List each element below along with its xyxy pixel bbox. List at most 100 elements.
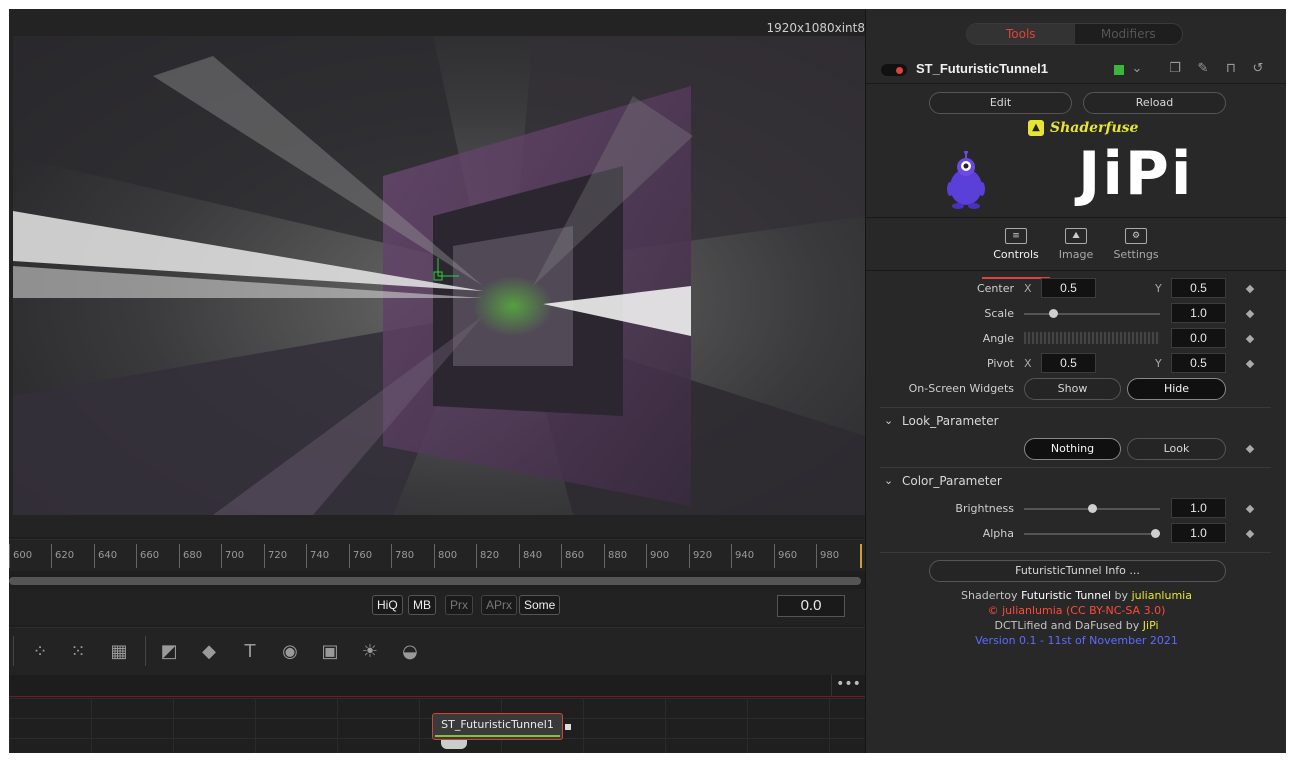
some-button[interactable]: Some [519, 595, 561, 615]
resolution-label: 1920x1080xint8 [766, 21, 865, 35]
scale-slider[interactable] [1024, 313, 1160, 315]
tool-bar: ⁘ ⁙ ▦ ◩ ◆ T ◉ ▣ ☀ ◒ [9, 627, 865, 675]
alpha-label: Alpha [982, 527, 1014, 540]
tab-image-label: Image [1058, 248, 1094, 261]
keyframe-icon[interactable] [1245, 309, 1255, 319]
chevron-down-icon[interactable]: ⌄ [1128, 60, 1146, 78]
ruler-tick: 680 [179, 544, 202, 568]
renderer3d-icon[interactable]: ▣ [315, 638, 345, 664]
shaderfuse-icon: ▲ [1028, 120, 1044, 136]
more-options-button[interactable]: ••• [831, 675, 865, 697]
nothing-button[interactable]: Nothing [1024, 438, 1121, 460]
ruler-tick: 720 [264, 544, 287, 568]
merge3d-icon[interactable]: ◉ [275, 638, 305, 664]
tools-tab[interactable]: Tools [967, 24, 1075, 44]
mb-button[interactable]: MB [408, 595, 436, 615]
timeline-ruler[interactable]: 600 620 640 660 680 700 720 740 760 780 … [9, 539, 865, 571]
keyframe-icon[interactable] [1245, 334, 1255, 344]
tunnel-render-image [13, 36, 865, 515]
particles-icon[interactable]: ⁘ [25, 638, 55, 664]
pivot-x-field[interactable]: 0.5 [1041, 353, 1096, 373]
particle-render-icon[interactable]: ▦ [104, 638, 134, 664]
brightness-field[interactable]: 1.0 [1171, 498, 1226, 518]
pivot-y-label: Y [1155, 357, 1162, 370]
info-button[interactable]: FuturisticTunnel Info ... [929, 560, 1226, 582]
ruler-tick: 740 [306, 544, 329, 568]
tab-controls[interactable]: ≡ Controls [982, 228, 1050, 279]
widgets-label: On-Screen Widgets [908, 382, 1014, 395]
pivot-y-field[interactable]: 0.5 [1171, 353, 1226, 373]
reset-icon[interactable]: ↺ [1249, 60, 1267, 78]
camera-icon[interactable]: ◒ [395, 638, 425, 664]
current-time-field[interactable]: 0.0 [777, 595, 845, 617]
aprx-button[interactable]: APrx [481, 595, 518, 615]
tab-controls-label: Controls [993, 248, 1039, 261]
node-output-port[interactable] [565, 724, 571, 730]
credits-text: Shadertoy [961, 589, 1022, 602]
ruler-tick: 840 [519, 544, 542, 568]
angle-thumbwheel[interactable] [1024, 332, 1160, 344]
ruler-tick: 800 [434, 544, 457, 568]
toolbar-divider [13, 636, 14, 666]
text3d-icon[interactable]: T [235, 638, 265, 664]
image-plane-icon[interactable]: ◩ [154, 638, 184, 664]
hiq-button[interactable]: HiQ [372, 595, 403, 615]
keyframe-icon[interactable] [1245, 504, 1255, 514]
alpha-slider[interactable] [1024, 533, 1160, 535]
tool-color-swatch[interactable] [1114, 65, 1124, 75]
inspector-mode-switch: Tools Modifiers [966, 23, 1183, 45]
tab-settings-label: Settings [1113, 248, 1159, 261]
jipi-logo: JiPi [1078, 139, 1194, 209]
mascot-icon [947, 151, 985, 209]
playhead[interactable] [860, 544, 862, 568]
show-widgets-button[interactable]: Show [1024, 378, 1121, 400]
reload-button[interactable]: Reload [1083, 92, 1226, 114]
keyframe-icon[interactable] [1245, 444, 1255, 454]
divider [880, 552, 1271, 553]
credits-text: DCTLified and DaFused by [994, 619, 1143, 632]
prx-button[interactable]: Prx [445, 595, 473, 615]
tab-image[interactable]: ⛰ Image [1046, 228, 1106, 261]
ruler-tick: 760 [349, 544, 372, 568]
versions-icon[interactable]: ❐ [1166, 60, 1184, 78]
light-icon[interactable]: ☀ [355, 638, 385, 664]
angle-field[interactable]: 0.0 [1171, 328, 1226, 348]
node-input-ports[interactable] [441, 740, 467, 749]
look-parameter-section[interactable]: ⌄ Look_Parameter [880, 407, 1271, 435]
center-y-field[interactable]: 0.5 [1171, 278, 1226, 298]
alpha-slider-handle[interactable] [1151, 529, 1160, 538]
shader-node[interactable]: ST_FuturisticTunnel1 [432, 713, 563, 740]
viewer-canvas[interactable] [13, 36, 865, 515]
timeline-scrollbar[interactable] [9, 577, 861, 585]
center-label: Center [976, 282, 1014, 295]
particle-emitter-icon[interactable]: ⁙ [63, 638, 93, 664]
shaderfuse-label: Shaderfuse [1050, 120, 1139, 136]
author-link[interactable]: JiPi [1143, 619, 1159, 632]
modifiers-tab[interactable]: Modifiers [1075, 24, 1183, 44]
scale-slider-handle[interactable] [1049, 309, 1059, 318]
edit-button[interactable]: Edit [929, 92, 1072, 114]
pin-icon[interactable]: ✎ [1194, 60, 1212, 78]
shape3d-icon[interactable]: ◆ [194, 638, 224, 664]
ruler-tick: 920 [689, 544, 712, 568]
shaderfuse-brand: ▲ Shaderfuse [1028, 120, 1138, 136]
ruler-tick: 980 [816, 544, 839, 568]
alpha-field[interactable]: 1.0 [1171, 523, 1226, 543]
keyframe-icon[interactable] [1245, 529, 1255, 539]
look-button[interactable]: Look [1127, 438, 1226, 460]
brightness-slider-handle[interactable] [1087, 504, 1097, 513]
color-parameter-section[interactable]: ⌄ Color_Parameter [880, 467, 1271, 495]
brightness-label: Brightness [955, 502, 1014, 515]
fusion-window: 1920x1080xint8 600 620 640 660 680 700 7… [9, 9, 1286, 753]
lock-icon[interactable]: ⊓ [1222, 60, 1240, 78]
tool-enable-toggle[interactable] [881, 64, 907, 76]
scale-field[interactable]: 1.0 [1171, 303, 1226, 323]
tab-settings[interactable]: ⚙ Settings [1106, 228, 1166, 261]
keyframe-icon[interactable] [1245, 284, 1255, 294]
keyframe-icon[interactable] [1245, 359, 1255, 369]
author-link[interactable]: julianlumia [1132, 589, 1192, 602]
center-x-field[interactable]: 0.5 [1041, 278, 1096, 298]
hide-widgets-button[interactable]: Hide [1127, 378, 1226, 400]
version-info: Version 0.1 - 11st of November 2021 [975, 634, 1178, 647]
ruler-tick: 660 [136, 544, 159, 568]
